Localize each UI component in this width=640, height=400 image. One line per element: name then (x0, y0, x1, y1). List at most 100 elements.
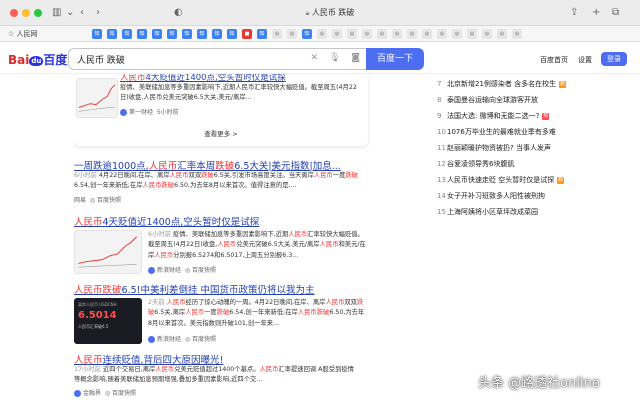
search-results: 人民币4大贬值近1400点,空头暂时仅是试探 疫情、美联储加息等多重因素影响下,… (74, 74, 370, 400)
back-icon[interactable]: ‹ (80, 6, 84, 20)
bookmark-icons: 知知知知知知知知知知 ■ 知 ◎ ◎ 知 ◎ ◎ ◎ ◎ ◎ ◎ ◎ ◎ ◎ ◎ ◎ ◎ ◎ ◎ (92, 29, 527, 39)
search-box: ✕ 🎙︎ ◙ (68, 48, 366, 70)
result-meta: 新浪财经 ◎ 百度快照 (148, 334, 216, 343)
bookmark-home[interactable]: ☆ 人民网 (8, 29, 38, 39)
hot-item[interactable]: 13人民币快速走贬 空头暂时仅是试探新 (437, 173, 565, 187)
forward-icon[interactable]: › (96, 6, 100, 20)
hot-badge: 热 (542, 112, 550, 120)
baidu-home-link[interactable]: 百度首页 (540, 55, 568, 65)
hot-item[interactable]: 14女子开补习班致多人阳性被刑拘 (437, 189, 545, 203)
result-desc: 17小时前 近四个交易日,离岸人民币兑美元贬值超过1400个基点。人民币汇率提速… (74, 366, 354, 384)
search-tools: ✕ 🎙︎ ◙ (303, 53, 360, 63)
watermark: 头条 @路透社online (478, 376, 600, 391)
view-more-link[interactable]: 查看更多 > (74, 128, 368, 138)
close-window-button[interactable] (10, 9, 18, 17)
result-meta: 金融界 ◎ 百度快照 (74, 388, 136, 397)
new-badge: 新 (559, 80, 567, 88)
bookmark-favicon-icon[interactable]: ◎ (512, 29, 522, 39)
bookmark-favicon-icon[interactable]: 知 (92, 29, 102, 39)
zoom-window-button[interactable] (34, 9, 42, 17)
bookmark-favicon-icon[interactable]: 知 (302, 29, 312, 39)
bookmark-favicon-icon[interactable]: 知 (212, 29, 222, 39)
hot-item[interactable]: 11赵丽颖暖护物资被扔? 当事人发声 (437, 141, 551, 155)
bookmark-favicon-icon[interactable]: ◎ (317, 29, 327, 39)
hot-item[interactable]: 12谷爱凌领导秀6块腹肌 (437, 157, 514, 171)
snapshot-icon: ◎ (184, 267, 191, 274)
snapshot-link[interactable]: 百度快照 (192, 267, 216, 274)
paw-icon: du (29, 55, 44, 66)
chart-thumbnail[interactable] (74, 230, 142, 274)
search-button[interactable]: 百度一下 (366, 48, 424, 70)
bookmark-favicon-icon[interactable]: ◎ (392, 29, 402, 39)
login-button[interactable]: 登录 (601, 52, 627, 66)
result-desc: 2天前 人民币经历了惊心动魄的一周。4月22日晚间,在岸、离岸人民币双双跌破6.… (148, 299, 365, 327)
bookmark-favicon-icon[interactable]: ◎ (407, 29, 417, 39)
bookmark-favicon-icon[interactable]: ◎ (482, 29, 492, 39)
search-input[interactable] (69, 49, 289, 69)
sidebar-toggle-icon[interactable]: ▥ (52, 6, 61, 20)
clear-icon[interactable]: ✕ (311, 53, 319, 63)
share-icon[interactable]: ⇪ (570, 6, 578, 20)
bookmark-favicon-icon[interactable]: 知 (197, 29, 207, 39)
bookmark-favicon-icon[interactable]: ■ (242, 29, 252, 39)
bookmark-favicon-icon[interactable]: 知 (137, 29, 147, 39)
bookmark-favicon-icon[interactable]: ◎ (422, 29, 432, 39)
result-title[interactable]: 人民币4天贬值近1400点,空头暂时仅是试探 (74, 214, 259, 228)
bookmark-favicon-icon[interactable]: ◎ (377, 29, 387, 39)
lock-icon: 🔒︎ (305, 9, 310, 17)
source-icon (120, 109, 127, 116)
chart-thumbnail[interactable] (76, 78, 118, 118)
bookmark-favicon-icon[interactable]: ◎ (347, 29, 357, 39)
hot-item[interactable]: 101076万毕业生的最难就业季有多难 (437, 125, 556, 139)
bookmark-favicon-icon[interactable]: 知 (107, 29, 117, 39)
chart-thumbnail-graphic (78, 84, 116, 112)
hot-item[interactable]: 8 泰国曼谷运输向全球游客开放 (437, 93, 538, 107)
tab-overview-icon[interactable]: ⧉ (612, 6, 619, 20)
address-bar[interactable]: 🔒︎ 人民币 跌破 (250, 5, 410, 21)
minimize-window-button[interactable] (22, 9, 30, 17)
bookmark-favicon-icon[interactable]: ◎ (287, 29, 297, 39)
snapshot-icon: ◎ (104, 390, 111, 397)
bookmark-favicon-icon[interactable]: ◎ (332, 29, 342, 39)
source-icon (74, 390, 81, 397)
news-card: 人民币4大贬值近1400点,空头暂时仅是试探 疫情、美联储加息等多重因素影响下,… (74, 74, 368, 146)
bookmark-favicon-icon[interactable]: 知 (167, 29, 177, 39)
result-meta: 新浪财经 ◎ 百度快照 (148, 265, 216, 274)
bookmark-favicon-icon[interactable]: ◎ (437, 29, 447, 39)
settings-link[interactable]: 设置 (578, 55, 592, 65)
new-badge: 新 (557, 176, 565, 184)
bookmark-favicon-icon[interactable]: ◎ (362, 29, 372, 39)
snapshot-link[interactable]: 百度快照 (97, 197, 121, 204)
hot-item[interactable]: 7 北京新增21例感染者 含多名在校生新 (437, 77, 567, 91)
result-title[interactable]: 人民币4大贬值近1400点,空头暂时仅是试探 (120, 74, 286, 83)
bookmark-favicon-icon[interactable]: ◎ (272, 29, 282, 39)
chart-thumbnail-graphic (78, 236, 137, 268)
bookmark-favicon-icon[interactable]: ◎ (467, 29, 477, 39)
hot-item[interactable]: 15上海阿姨将小区草坪改成菜园 (437, 205, 538, 219)
bookmark-favicon-icon[interactable]: 知 (152, 29, 162, 39)
microphone-icon[interactable]: 🎙︎ (329, 53, 340, 63)
baidu-logo[interactable]: Bai du 百度 (8, 51, 67, 68)
snapshot-icon: ◎ (184, 336, 191, 343)
snapshot-icon: ◎ (89, 197, 96, 204)
chevron-down-icon[interactable]: ⌄ (66, 6, 74, 20)
result-title[interactable]: 人民币跌破6.5!中美利差倒挂 中国货币政策仍将以我为主 (74, 282, 314, 296)
bookmark-favicon-icon[interactable]: ◎ (497, 29, 507, 39)
bookmark-favicon-icon[interactable]: 知 (122, 29, 132, 39)
new-tab-icon[interactable]: + (592, 6, 600, 20)
bookmark-favicon-icon[interactable]: ◎ (452, 29, 462, 39)
result-title[interactable]: 人民币连续贬值,背后四大原因曝光! (74, 352, 223, 366)
bookmarks-bar: ☆ 人民网 知知知知知知知知知知 ■ 知 ◎ ◎ 知 ◎ ◎ ◎ ◎ ◎ ◎ ◎ ◎ ◎ ◎ ◎ ◎ ◎ ◎ (0, 26, 640, 42)
quote-thumbnail[interactable]: 离岸人民币 USDCNH 6.5014 人民币汇率破6.5 (74, 298, 142, 344)
result-title[interactable]: 一周跌逾1000点,人民币汇率本周跌破6.5大关|美元指数|加息... (74, 158, 341, 172)
snapshot-link[interactable]: 百度快照 (192, 336, 216, 343)
privacy-shield-icon[interactable]: ◐ (174, 6, 183, 20)
baidu-header: Baidu百度 ✕ 🎙︎ ◙ 百度一下 百度首页 设置 登录 (0, 42, 640, 74)
bookmark-favicon-icon[interactable]: 知 (182, 29, 192, 39)
bookmark-favicon-icon[interactable]: 知 (227, 29, 237, 39)
snapshot-link[interactable]: 百度快照 (112, 390, 136, 397)
bookmark-favicon-icon[interactable]: 知 (257, 29, 267, 39)
source-icon (148, 336, 155, 343)
hot-item[interactable]: 9 法国大选: 微博和无能二选一? 热 (437, 109, 550, 123)
camera-icon[interactable]: ◙ (351, 53, 360, 63)
